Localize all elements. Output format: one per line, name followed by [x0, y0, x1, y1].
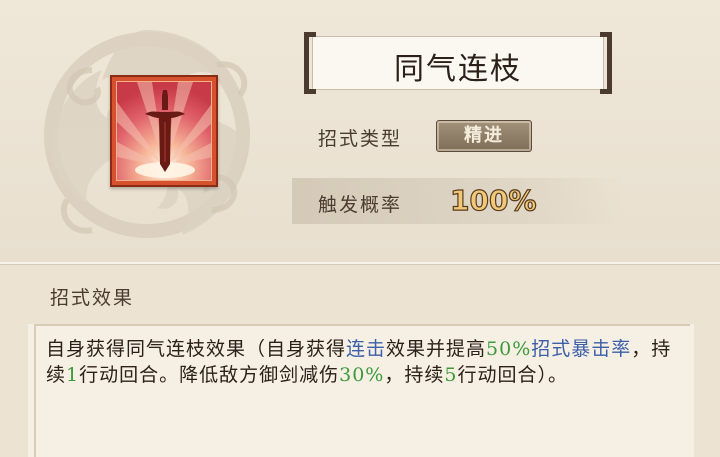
skill-icon: [110, 75, 218, 187]
effect-segment-normal: 行动回合）。: [457, 364, 568, 386]
effect-segment-keyword: 连击: [346, 338, 387, 360]
trigger-probability-value: 100%: [449, 183, 537, 217]
trigger-probability-label: 触发概率: [318, 194, 403, 216]
effect-description: 自身获得同气连枝效果（自身获得连击效果并提高50%招式暴击率 ，持续 1行动回合。降…: [46, 336, 686, 388]
sword-icon: [117, 82, 211, 180]
effect-segment-normal: ，持续: [384, 364, 445, 386]
effect-segment-number: 30%: [339, 364, 385, 386]
effect-segment-number: 1: [66, 364, 80, 386]
effect-segment-keyword: 招式暴击率: [531, 338, 632, 360]
effect-segment-normal: 效果并提高: [386, 338, 487, 360]
section-divider: [0, 262, 720, 265]
skill-title: 同气连枝: [394, 52, 522, 87]
effect-heading: 招式效果: [50, 287, 135, 309]
effect-segment-number: 50%: [486, 338, 532, 360]
skill-type-label: 招式类型: [318, 128, 403, 150]
skill-title-panel: 同气连枝: [304, 32, 612, 94]
skill-type-badge: 精进: [436, 120, 532, 152]
effect-segment-normal: 自身获得同气连枝效果（自身获得: [46, 338, 347, 360]
effect-segment-normal: 行动回合。降低敌方御剑减伤: [79, 364, 340, 386]
effect-segment-number: 5: [444, 364, 458, 386]
